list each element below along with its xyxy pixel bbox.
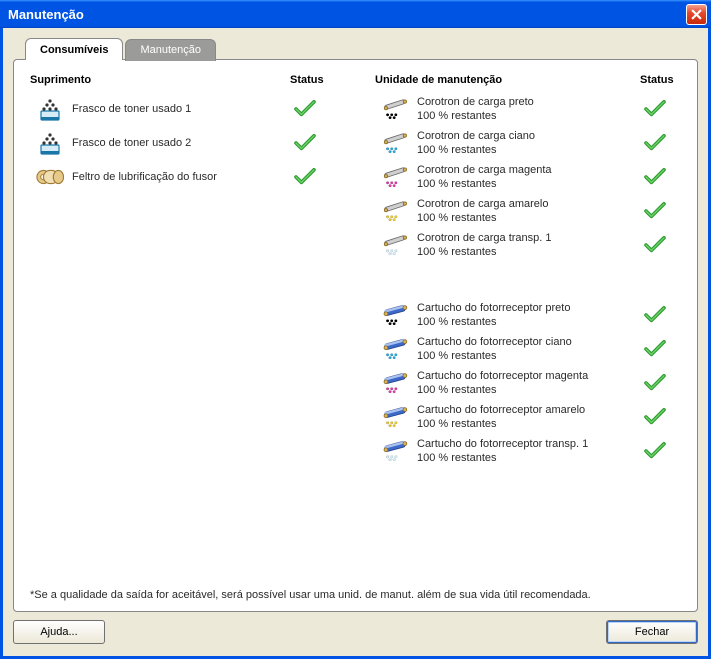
- maint-row: Cartucho do fotorreceptor transp. 1100 %…: [375, 434, 681, 468]
- button-bar: Ajuda... Fechar: [13, 620, 698, 644]
- maint-label: Corotron de carga transp. 1100 % restant…: [415, 231, 640, 259]
- status-ok-icon: [640, 100, 681, 118]
- supply-label: Frasco de toner usado 1: [70, 103, 290, 115]
- titlebar: Manutenção: [0, 0, 711, 28]
- maint-unit-icon: [375, 403, 415, 431]
- maint-sublabel: 100 % restantes: [417, 417, 640, 431]
- maint-sublabel: 100 % restantes: [417, 177, 640, 191]
- maint-row: Corotron de carga transp. 1100 % restant…: [375, 228, 681, 262]
- tab-consumables[interactable]: Consumíveis: [25, 38, 123, 60]
- status-ok-icon: [640, 340, 681, 358]
- maint-sublabel: 100 % restantes: [417, 109, 640, 123]
- supply-row: Frasco de toner usado 2: [30, 126, 375, 160]
- window-title: Manutenção: [8, 7, 686, 22]
- status-ok-icon: [640, 236, 681, 254]
- status-ok-icon: [640, 134, 681, 152]
- status-ok-icon: [640, 202, 681, 220]
- maint-sublabel: 100 % restantes: [417, 349, 640, 363]
- supply-label: Feltro de lubrificação do fusor: [70, 171, 290, 183]
- maint-unit-icon: [375, 95, 415, 123]
- maint-unit-icon: [375, 163, 415, 191]
- maint-sublabel: 100 % restantes: [417, 451, 640, 465]
- maint-label: Cartucho do fotorreceptor magenta100 % r…: [415, 369, 640, 397]
- maint-sublabel: 100 % restantes: [417, 315, 640, 329]
- maint-label: Corotron de carga amarelo100 % restantes: [415, 197, 640, 225]
- status-ok-icon: [290, 168, 375, 186]
- maint-row: Cartucho do fotorreceptor preto100 % res…: [375, 298, 681, 332]
- tab-maintenance[interactable]: Manutenção: [125, 39, 216, 61]
- maintenance-column: Unidade de manutenção Status Corotron de…: [375, 74, 681, 468]
- maint-label: Cartucho do fotorreceptor transp. 1100 %…: [415, 437, 640, 465]
- maint-row: Corotron de carga ciano100 % restantes: [375, 126, 681, 160]
- maint-unit-icon: [375, 231, 415, 259]
- footnote-text: *Se a qualidade da saída for aceitável, …: [30, 589, 681, 601]
- window-body: Consumíveis Manutenção Suprimento Status…: [0, 28, 711, 659]
- supplies-column: Suprimento Status Frasco de toner usado …: [30, 74, 375, 194]
- header-maint-unit: Unidade de manutenção: [375, 74, 640, 86]
- waste-bottle-icon: [30, 129, 70, 157]
- supply-row: Feltro de lubrificação do fusor: [30, 160, 375, 194]
- status-ok-icon: [640, 408, 681, 426]
- maint-unit-icon: [375, 335, 415, 363]
- status-ok-icon: [640, 374, 681, 392]
- maint-sublabel: 100 % restantes: [417, 143, 640, 157]
- tab-bar: Consumíveis Manutenção: [25, 38, 698, 60]
- maint-sublabel: 100 % restantes: [417, 211, 640, 225]
- close-button[interactable]: Fechar: [606, 620, 698, 644]
- status-ok-icon: [290, 134, 375, 152]
- maint-unit-icon: [375, 129, 415, 157]
- maint-unit-icon: [375, 197, 415, 225]
- status-ok-icon: [640, 306, 681, 324]
- waste-bottle-icon: [30, 95, 70, 123]
- maint-sublabel: 100 % restantes: [417, 383, 640, 397]
- maint-unit-icon: [375, 437, 415, 465]
- maint-row: Corotron de carga amarelo100 % restantes: [375, 194, 681, 228]
- status-ok-icon: [290, 100, 375, 118]
- status-ok-icon: [640, 442, 681, 460]
- maint-row: Cartucho do fotorreceptor ciano100 % res…: [375, 332, 681, 366]
- help-button[interactable]: Ajuda...: [13, 620, 105, 644]
- maint-sublabel: 100 % restantes: [417, 245, 640, 259]
- header-status-right: Status: [640, 74, 681, 86]
- maint-label: Corotron de carga magenta100 % restantes: [415, 163, 640, 191]
- maint-row: Corotron de carga magenta100 % restantes: [375, 160, 681, 194]
- maint-label: Cartucho do fotorreceptor preto100 % res…: [415, 301, 640, 329]
- header-status-left: Status: [290, 74, 375, 86]
- close-icon[interactable]: [686, 4, 707, 25]
- maint-label: Corotron de carga preto100 % restantes: [415, 95, 640, 123]
- maint-label: Cartucho do fotorreceptor ciano100 % res…: [415, 335, 640, 363]
- maint-row: Cartucho do fotorreceptor amarelo100 % r…: [375, 400, 681, 434]
- maint-unit-icon: [375, 301, 415, 329]
- fuser-felt-icon: [30, 163, 70, 191]
- supply-row: Frasco de toner usado 1: [30, 92, 375, 126]
- maint-row: Corotron de carga preto100 % restantes: [375, 92, 681, 126]
- maint-label: Corotron de carga ciano100 % restantes: [415, 129, 640, 157]
- content-panel: Suprimento Status Frasco de toner usado …: [13, 59, 698, 612]
- status-ok-icon: [640, 168, 681, 186]
- maint-row: Cartucho do fotorreceptor magenta100 % r…: [375, 366, 681, 400]
- supply-label: Frasco de toner usado 2: [70, 137, 290, 149]
- maint-label: Cartucho do fotorreceptor amarelo100 % r…: [415, 403, 640, 431]
- header-supply: Suprimento: [30, 74, 290, 86]
- maint-unit-icon: [375, 369, 415, 397]
